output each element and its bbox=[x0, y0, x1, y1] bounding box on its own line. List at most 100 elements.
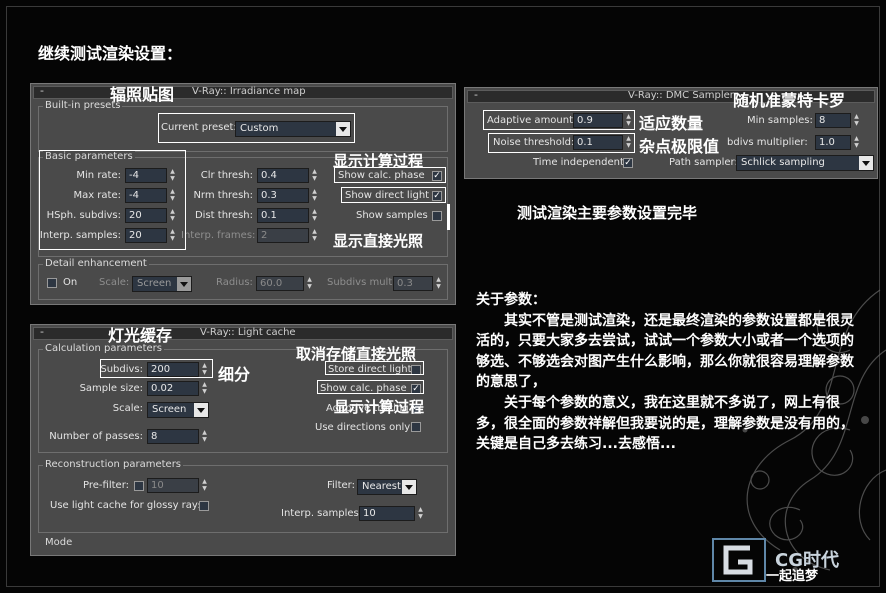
lc-sample-size-spinner[interactable]: 0.02 ▲ ▼ bbox=[147, 381, 209, 396]
min-samples-label: Min samples: bbox=[747, 115, 813, 126]
dist-thresh-label: Dist thresh: bbox=[194, 210, 253, 221]
annotation-done: 测试渲染主要参数设置完毕 bbox=[517, 204, 698, 222]
highlight-lc-show-calc bbox=[317, 380, 424, 394]
lc-scale-label: Scale: bbox=[112, 403, 143, 414]
spinner-arrows-icon[interactable]: ▲ ▼ bbox=[310, 208, 319, 223]
path-sampler-value: Schlick sampling bbox=[741, 157, 825, 168]
spinner-arrows-icon[interactable]: ▲ ▼ bbox=[416, 506, 425, 521]
clr-thresh-label: Clr thresh: bbox=[200, 170, 253, 181]
lc-sample-size-value[interactable]: 0.02 bbox=[147, 381, 199, 396]
show-samples-label: Show samples bbox=[356, 210, 428, 221]
annotation-pointer-line bbox=[447, 204, 450, 230]
spinner-arrows-icon[interactable]: ▲ ▼ bbox=[200, 429, 209, 444]
clr-thresh-value[interactable]: 0.4 bbox=[257, 168, 309, 183]
highlight-show-direct bbox=[341, 187, 446, 203]
interp-frames-label: Interp. frames: bbox=[181, 230, 256, 241]
detail-scale-dropdown[interactable]: Screen bbox=[132, 276, 192, 292]
detail-subdivs-mult-label: Subdivs mult. bbox=[327, 277, 396, 288]
annotation-show-direct: 显示直接光照 bbox=[333, 232, 424, 250]
filter-value: Nearest bbox=[362, 481, 401, 492]
prefilter-spinner[interactable]: 10 ▲ ▼ bbox=[147, 478, 209, 493]
detail-on-label: On bbox=[63, 277, 78, 288]
glossy-rays-checkbox[interactable] bbox=[199, 501, 209, 511]
annotation-cancel-store: 取消存储直接光照 bbox=[296, 345, 417, 363]
clr-thresh-spinner[interactable]: 0.4 ▲ ▼ bbox=[257, 168, 319, 183]
time-independent-label: Time independent bbox=[533, 157, 624, 168]
annotation-show-calc-2: 显示计算过程 bbox=[334, 398, 425, 416]
min-samples-value[interactable]: 8 bbox=[815, 113, 851, 128]
lc-scale-value: Screen bbox=[152, 404, 187, 415]
reconstruction-parameters-group bbox=[38, 465, 448, 533]
collapse-minus-icon[interactable]: - bbox=[40, 84, 44, 97]
path-sampler-dropdown[interactable]: Schlick sampling bbox=[736, 155, 874, 171]
lc-scale-dropdown[interactable]: Screen bbox=[147, 402, 209, 418]
spinner-arrows-icon[interactable]: ▲ ▼ bbox=[305, 276, 314, 291]
highlight-adaptive bbox=[483, 110, 635, 130]
lc-passes-value[interactable]: 8 bbox=[147, 429, 199, 444]
detail-scale-value: Screen bbox=[137, 278, 172, 289]
interp-frames-spinner[interactable]: 2 ▲ ▼ bbox=[257, 228, 319, 243]
filter-label: Filter: bbox=[327, 480, 355, 491]
lc-interp-samples-spinner[interactable]: 10 ▲ ▼ bbox=[359, 506, 425, 521]
interp-frames-value[interactable]: 2 bbox=[257, 228, 309, 243]
detail-subdivs-mult-value[interactable]: 0.3 bbox=[393, 276, 433, 291]
show-samples-checkbox[interactable] bbox=[432, 211, 442, 221]
spinner-arrows-icon[interactable]: ▲ ▼ bbox=[310, 228, 319, 243]
filter-dropdown[interactable]: Nearest bbox=[357, 479, 417, 495]
subdivs-multiplier-spinner[interactable]: 1.0 ▲ ▼ bbox=[815, 135, 861, 150]
paragraph-body-2: 关于每个参数的意义，我在这里就不多说了，网上有很多，很全面的参数祥解但我要说的是… bbox=[476, 394, 854, 453]
lc-interp-samples-value[interactable]: 10 bbox=[359, 506, 415, 521]
dist-thresh-value[interactable]: 0.1 bbox=[257, 208, 309, 223]
spinner-arrows-icon[interactable]: ▲ ▼ bbox=[200, 381, 209, 396]
collapse-minus-icon[interactable]: - bbox=[474, 88, 478, 101]
chevron-down-icon[interactable] bbox=[177, 277, 191, 291]
annotation-show-calc: 显示计算过程 bbox=[333, 152, 424, 170]
highlight-lc-subdivs bbox=[100, 359, 213, 378]
use-directions-checkbox[interactable] bbox=[411, 422, 421, 432]
dmc-cn-label: 随机准蒙特卡罗 bbox=[733, 91, 846, 110]
glossy-rays-label: Use light cache for glossy rays bbox=[50, 500, 204, 511]
lc-passes-spinner[interactable]: 8 ▲ ▼ bbox=[147, 429, 209, 444]
spinner-arrows-icon[interactable]: ▲ ▼ bbox=[852, 113, 861, 128]
highlight-current-preset bbox=[158, 113, 355, 143]
dist-thresh-spinner[interactable]: 0.1 ▲ ▼ bbox=[257, 208, 319, 223]
detail-radius-spinner[interactable]: 60.0 ▲ ▼ bbox=[256, 276, 314, 291]
spinner-arrows-icon[interactable]: ▲ ▼ bbox=[434, 276, 443, 291]
detail-radius-value[interactable]: 60.0 bbox=[256, 276, 304, 291]
lightcache-cn-label: 灯光缓存 bbox=[108, 326, 173, 345]
detail-radius-label: Radius: bbox=[216, 277, 253, 288]
prefilter-value[interactable]: 10 bbox=[147, 478, 199, 493]
lightcache-rollout-bar[interactable]: - V-Ray:: Light cache bbox=[33, 325, 453, 340]
lc-interp-samples-label: Interp. samples: bbox=[281, 508, 363, 519]
irradiance-rollout-bar[interactable]: - V-Ray:: Irradiance map bbox=[33, 84, 453, 99]
paragraph-title: 关于参数： bbox=[476, 292, 546, 308]
cg-logo-icon bbox=[712, 538, 766, 582]
path-sampler-label: Path sampler: bbox=[669, 157, 738, 168]
highlight-noise bbox=[488, 133, 635, 153]
highlight-basic-parameters bbox=[39, 150, 186, 250]
chevron-down-icon[interactable] bbox=[402, 480, 416, 494]
nrm-thresh-spinner[interactable]: 0.3 ▲ ▼ bbox=[257, 188, 319, 203]
spinner-arrows-icon[interactable]: ▲ ▼ bbox=[310, 168, 319, 183]
spinner-arrows-icon[interactable]: ▲ ▼ bbox=[310, 188, 319, 203]
chevron-down-icon[interactable] bbox=[859, 156, 873, 170]
detail-enhancement-title: Detail enhancement bbox=[43, 258, 149, 269]
lc-passes-label: Number of passes: bbox=[49, 431, 143, 442]
dmc-rollout-title: V-Ray:: DMC Sampler bbox=[628, 90, 734, 101]
annotation-adaptive: 适应数量 bbox=[639, 114, 704, 133]
chevron-down-icon[interactable] bbox=[194, 403, 208, 417]
irradiance-cn-label: 辐照贴图 bbox=[110, 85, 175, 104]
nrm-thresh-value[interactable]: 0.3 bbox=[257, 188, 309, 203]
detail-subdivs-mult-spinner[interactable]: 0.3 ▲ ▼ bbox=[393, 276, 443, 291]
detail-on-checkbox[interactable] bbox=[47, 278, 57, 288]
prefilter-checkbox[interactable] bbox=[134, 481, 144, 491]
collapse-minus-icon[interactable]: - bbox=[40, 325, 44, 338]
time-independent-checkbox[interactable]: ✓ bbox=[623, 158, 633, 168]
subdivs-multiplier-value[interactable]: 1.0 bbox=[815, 135, 851, 150]
spinner-arrows-icon[interactable]: ▲ ▼ bbox=[852, 135, 861, 150]
detail-scale-label: Scale: bbox=[99, 277, 130, 288]
explanation-paragraph: 关于参数： 其实不管是测试渲染，还是最终渲染的参数设置都是很灵活的，只要大家多去… bbox=[476, 290, 854, 455]
spinner-arrows-icon[interactable]: ▲ ▼ bbox=[200, 478, 209, 493]
use-directions-label: Use directions only bbox=[315, 422, 411, 433]
min-samples-spinner[interactable]: 8 ▲ ▼ bbox=[815, 113, 861, 128]
